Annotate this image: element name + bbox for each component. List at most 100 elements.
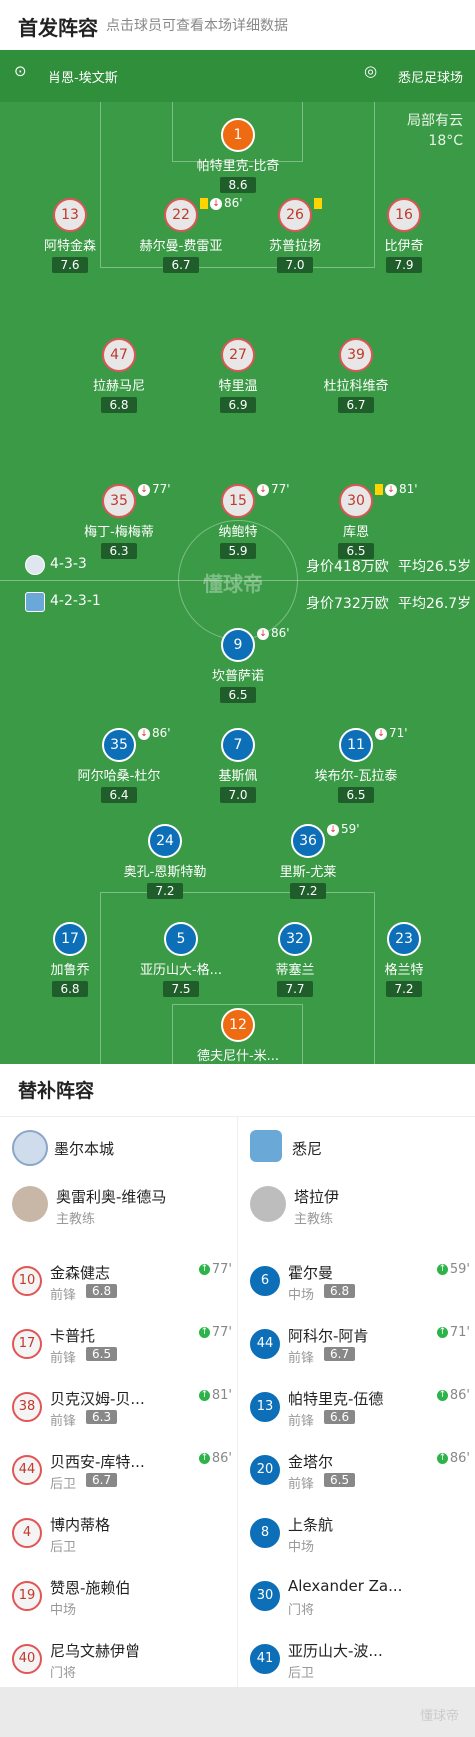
home-sub-player[interactable]: 19 赞恩-施赖伯 中场 — [12, 1575, 232, 1623]
rating-value: 6.8 — [109, 398, 129, 412]
away-player[interactable]: 23 格兰特 7.2 — [339, 922, 469, 997]
home-sub-player[interactable]: 38 贝克汉姆-贝... 前锋 6.3 ↑ 81' — [12, 1386, 232, 1434]
away-sub-player[interactable]: 8 上条航 中场 — [250, 1512, 470, 1560]
away-sub-player[interactable]: 13 帕特里克-伍德 前锋 6.6 ↑ 86' — [250, 1386, 470, 1434]
sub-number: 19 — [12, 1581, 42, 1611]
sub-rating: 6.5 — [324, 1473, 356, 1487]
rating-value: 6.8 — [60, 982, 80, 996]
player-number: 22 — [164, 198, 198, 232]
player-name: 拉赫马尼 — [92, 379, 145, 394]
home-player[interactable]: 35 ↓ 77' 梅丁-梅梅蒂 6.3 — [54, 482, 184, 559]
player-name: 比伊奇 — [384, 239, 424, 254]
away-player[interactable]: 9 ↓ 86' 坎普萨诺 6.5 — [173, 626, 303, 703]
player-name: 德夫尼什-米... — [196, 1049, 280, 1064]
sub-in-icon: ↑ — [436, 1264, 448, 1275]
home-sub-player[interactable]: 4 博内蒂格 后卫 — [12, 1512, 232, 1560]
sub-in-icon: ↑ — [198, 1264, 210, 1275]
page-title: 首发阵容 — [18, 16, 98, 40]
player-rating: 6.7 — [338, 397, 374, 413]
sub-number: 10 — [12, 1266, 42, 1296]
away-player[interactable]: 12德夫尼什-米...★8.7 — [173, 1008, 303, 1064]
subs-column-divider — [237, 1116, 238, 1687]
weather: 局部有云 18°C — [407, 111, 463, 151]
sub-in-time: 71' — [449, 1325, 470, 1340]
player-name: 帕特里克-比奇 — [196, 159, 280, 174]
melbourne-city-logo — [25, 555, 45, 575]
sub-off-icon: ↓ — [375, 727, 387, 740]
away-sub-player[interactable]: 30 Alexander Za... 门将 — [250, 1575, 470, 1623]
sub-number: 38 — [12, 1392, 42, 1422]
sub-name: 博内蒂格 — [50, 1516, 111, 1534]
sub-in-time: 86' — [211, 1451, 232, 1466]
away-player[interactable]: 11 ↓ 71' 埃布尔-瓦拉泰 6.5 — [291, 726, 421, 803]
away-player[interactable]: 7 基斯佩 7.0 — [173, 728, 303, 803]
sydney-fc-logo — [25, 592, 45, 612]
sub-number: 41 — [250, 1644, 280, 1674]
stadium-name: 悉尼足球场 — [398, 71, 464, 86]
away-player[interactable]: 5 亚历山大-格... 7.5 — [116, 922, 246, 997]
player-name: 阿尔哈桑-杜尔 — [77, 769, 161, 784]
home-sub-player[interactable]: 17 卡普托 前锋 6.5 ↑ 77' — [12, 1323, 232, 1371]
sub-off-icon: ↓ — [327, 823, 339, 836]
home-sub-player[interactable]: 40 尼乌文赫伊曾 门将 — [12, 1638, 232, 1686]
sub-name: 帕特里克-伍德 — [288, 1390, 384, 1408]
sub-in-minute: ↑ 86' — [436, 1388, 470, 1403]
sub-number: 4 — [12, 1518, 42, 1548]
away-sub-player[interactable]: 44 阿科尔-阿肯 前锋 6.7 ↑ 71' — [250, 1323, 470, 1371]
player-name: 纳鲍特 — [218, 525, 258, 540]
player-rating: 7.0 — [277, 257, 313, 273]
home-player[interactable]: 1 帕特里克-比奇 8.6 — [173, 118, 303, 193]
home-sub-player[interactable]: 10 金森健志 前锋 6.8 ↑ 77' — [12, 1260, 232, 1308]
sub-name: 贝西安-库特... — [50, 1453, 145, 1471]
sub-name: 阿科尔-阿肯 — [288, 1327, 369, 1345]
rating-value: 7.9 — [394, 258, 414, 272]
player-number: 27 — [221, 338, 255, 372]
away-sub-player[interactable]: 6 霍尔曼 中场 6.8 ↑ 59' — [250, 1260, 470, 1308]
coach-name: 奥雷利奥-维德马 — [56, 1188, 167, 1206]
home-sub-player[interactable]: 44 贝西安-库特... 后卫 6.7 ↑ 86' — [12, 1449, 232, 1497]
sub-in-minute: ↑ 59' — [436, 1262, 470, 1277]
player-number: 47 — [102, 338, 136, 372]
player-name: 奥孔-恩斯特勒 — [123, 865, 207, 880]
away-sub-player[interactable]: 41 亚历山大-波... 后卫 — [250, 1638, 470, 1686]
player-number: 17 — [53, 922, 87, 956]
sub-position: 前锋 — [288, 1414, 315, 1429]
sub-number: 8 — [250, 1518, 280, 1548]
sub-off-icon: ↓ — [138, 727, 150, 740]
sub-minute: 77' — [271, 482, 290, 496]
referee-name: 肖恩-埃文斯 — [48, 71, 118, 86]
player-rating: 6.9 — [220, 397, 256, 413]
player-number: 35 — [102, 484, 136, 518]
sub-rating: 6.6 — [324, 1410, 356, 1424]
sub-position: 前锋 — [288, 1477, 315, 1492]
home-player[interactable]: 47 拉赫马尼 6.8 — [54, 338, 184, 413]
away-player[interactable]: 35 ↓ 86' 阿尔哈桑-杜尔 6.4 — [54, 726, 184, 803]
player-rating: 7.7 — [277, 981, 313, 997]
player-number: 16 — [387, 198, 421, 232]
sub-position: 门将 — [288, 1603, 315, 1618]
rating-value: 7.6 — [60, 258, 80, 272]
sub-rating: 6.3 — [86, 1410, 118, 1424]
sub-rating: 6.5 — [86, 1347, 118, 1361]
away-player[interactable]: 24 奥孔-恩斯特勒 7.2 — [100, 824, 230, 899]
home-player[interactable]: 27 特里温 6.9 — [173, 338, 303, 413]
rating-value: 7.0 — [285, 258, 305, 272]
away-sub-player[interactable]: 20 金塔尔 前锋 6.5 ↑ 86' — [250, 1449, 470, 1497]
player-number: 7 — [221, 728, 255, 762]
player-number: 11 — [339, 728, 373, 762]
home-player[interactable]: 22 ↓ 86' 赫尔曼-费雷亚 6.7 — [116, 196, 246, 273]
away-player[interactable]: 36 ↓ 59' 里斯-尤莱 7.2 — [243, 822, 373, 899]
sub-name: 上条航 — [288, 1516, 334, 1534]
player-name: 特里温 — [218, 379, 258, 394]
sub-number: 13 — [250, 1392, 280, 1422]
sub-off-icon: ↓ — [385, 483, 397, 496]
page-footer: 懂球帝 — [0, 1687, 475, 1737]
home-player[interactable]: 16 比伊奇 7.9 — [339, 198, 469, 273]
home-player[interactable]: 39 杜拉科维奇 6.7 — [291, 338, 421, 413]
home-player[interactable]: 30 ↓ 81' 库恩 6.5 — [291, 482, 421, 559]
player-events: ↓ 77' — [257, 482, 290, 496]
home-player[interactable]: 15 ↓ 77' 纳鲍特 5.9 — [173, 482, 303, 559]
weather-temp: 18°C — [428, 133, 463, 149]
player-number: 23 — [387, 922, 421, 956]
weather-desc: 局部有云 — [407, 113, 463, 129]
